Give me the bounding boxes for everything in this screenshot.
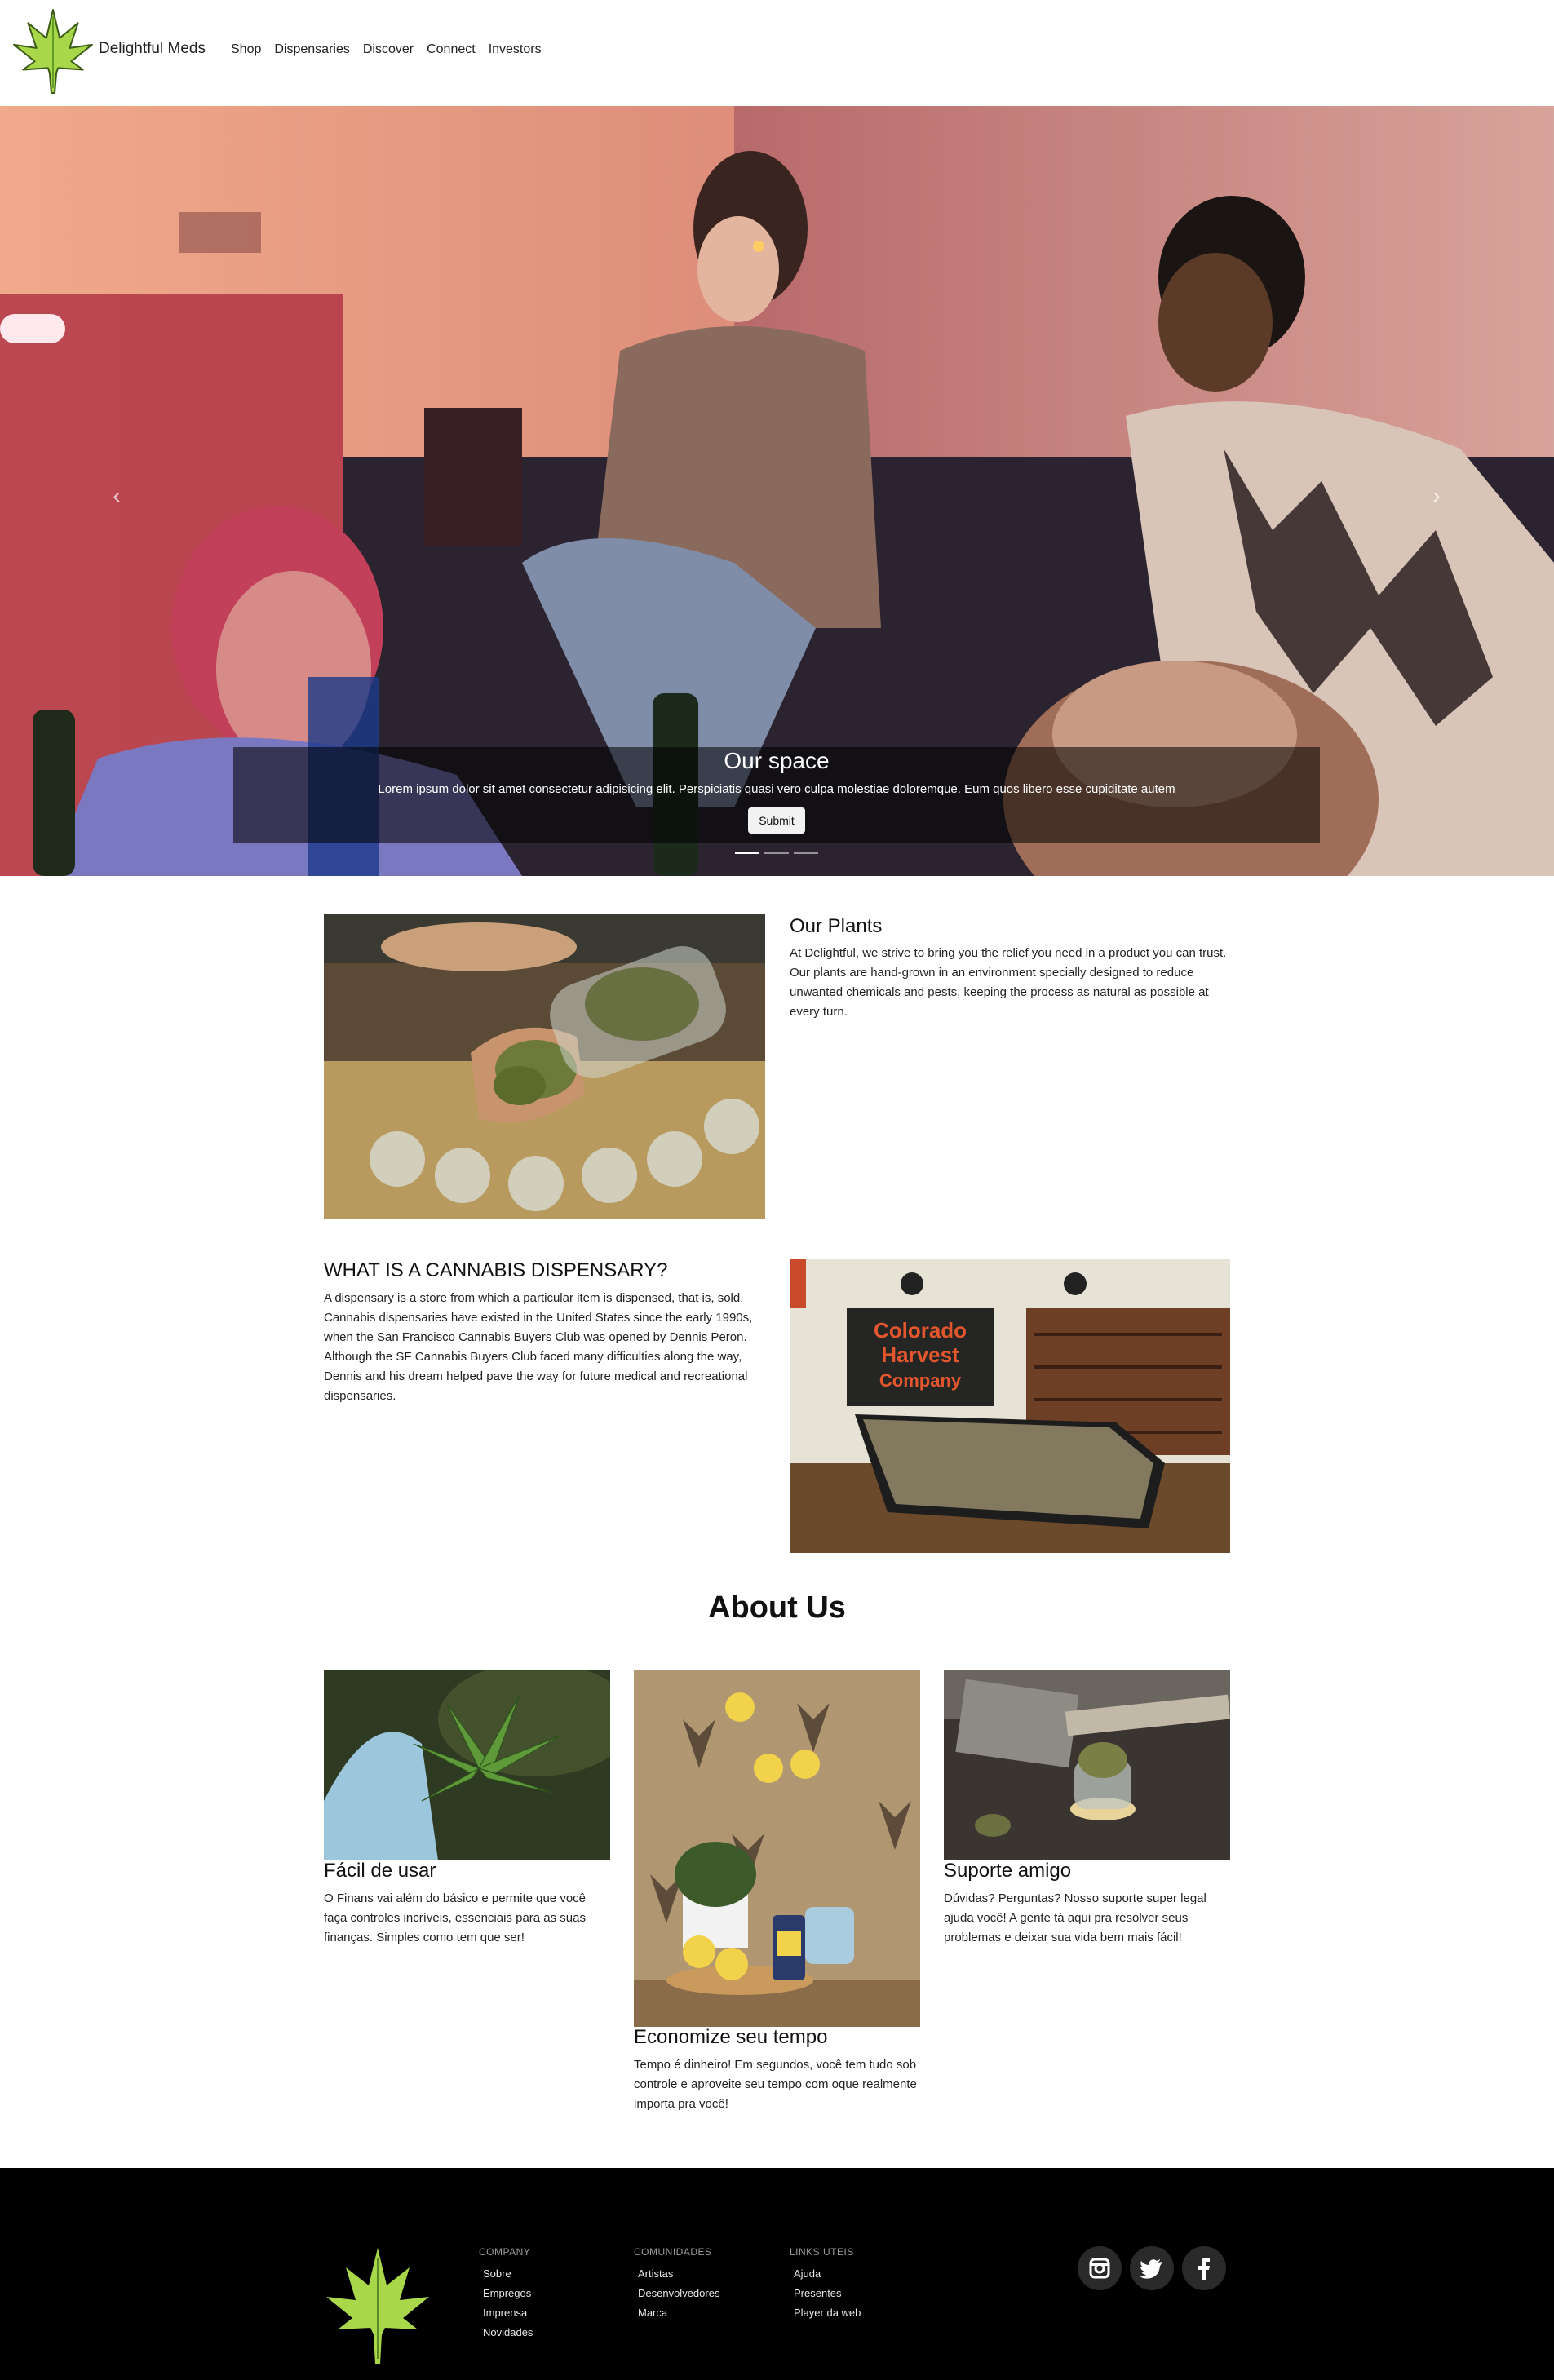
carousel-indicator-2[interactable] xyxy=(764,852,789,854)
cannabis-leaf-logo[interactable] xyxy=(11,8,95,95)
feature-text-dispensary: A dispensary is a store from which a par… xyxy=(324,1291,753,1403)
navbar: Delightful Meds Shop Dispensaries Discov… xyxy=(0,0,1554,106)
svg-text:Colorado: Colorado xyxy=(874,1318,967,1343)
feature-image-jar-buds xyxy=(324,914,765,1219)
footer-column-links-uteis: LINKS UTEIS Ajuda Presentes Player da we… xyxy=(790,2246,861,2326)
footer-column-title: COMUNIDADES xyxy=(634,2246,712,2258)
instagram-icon[interactable] xyxy=(1078,2246,1122,2290)
nav-link-shop[interactable]: Shop xyxy=(231,42,261,57)
nav-link-dispensaries[interactable]: Dispensaries xyxy=(274,42,349,57)
feature-text-plants: At Delightful, we strive to bring you th… xyxy=(790,946,1227,1019)
footer-column-title: LINKS UTEIS xyxy=(790,2246,854,2258)
carousel-next-icon[interactable]: › xyxy=(1424,483,1449,515)
feature-title-plants: Our Plants xyxy=(790,915,883,937)
caption-text: Lorem ipsum dolor sit amet consectetur a… xyxy=(378,782,1175,796)
footer-link-ajuda[interactable]: Ajuda xyxy=(794,2267,861,2280)
nav-links: Shop Dispensaries Discover Connect Inves… xyxy=(231,42,555,57)
about-card-title-2: Economize seu tempo xyxy=(634,2026,828,2048)
about-card-text-2: Tempo é dinheiro! Em segundos, você tem … xyxy=(634,2058,917,2111)
brand-name[interactable]: Delightful Meds xyxy=(99,40,206,58)
footer-link-sobre[interactable]: Sobre xyxy=(483,2267,533,2280)
svg-text:Harvest: Harvest xyxy=(881,1343,959,1367)
cannabis-leaf-footer-logo xyxy=(326,2248,429,2364)
footer-column-title: COMPANY xyxy=(479,2246,531,2258)
about-card-text-1: O Finans vai além do básico e permite qu… xyxy=(324,1891,586,1944)
facebook-icon[interactable] xyxy=(1182,2246,1226,2290)
footer-link-artistas[interactable]: Artistas xyxy=(638,2267,719,2280)
about-card-title-3: Suporte amigo xyxy=(944,1860,1072,1882)
footer-link-imprensa[interactable]: Imprensa xyxy=(483,2307,533,2319)
carousel-indicator-1[interactable] xyxy=(735,852,759,854)
carousel-caption: Our space Lorem ipsum dolor sit amet con… xyxy=(233,747,1320,843)
svg-text:Company: Company xyxy=(879,1370,962,1391)
about-card-image-leaf xyxy=(324,1670,610,1860)
twitter-icon[interactable] xyxy=(1130,2246,1174,2290)
footer-link-presentes[interactable]: Presentes xyxy=(794,2287,861,2299)
footer-column-comunidades: COMUNIDADES Artistas Desenvolvedores Mar… xyxy=(634,2246,719,2326)
hero-carousel: ‹ › Our space Lorem ipsum dolor sit amet… xyxy=(0,106,1554,876)
nav-link-investors[interactable]: Investors xyxy=(489,42,542,57)
carousel-indicator-3[interactable] xyxy=(794,852,818,854)
feature-title-dispensary: WHAT IS A CANNABIS DISPENSARY? xyxy=(324,1259,668,1281)
footer-link-novidades[interactable]: Novidades xyxy=(483,2326,533,2338)
footer-column-company: COMPANY Sobre Empregos Imprensa Novidade… xyxy=(479,2246,533,2346)
submit-button[interactable]: Submit xyxy=(748,807,805,834)
about-card-text-3: Dúvidas? Perguntas? Nosso suporte super … xyxy=(944,1891,1206,1944)
footer: COMPANY Sobre Empregos Imprensa Novidade… xyxy=(0,2168,1554,2380)
footer-link-player[interactable]: Player da web xyxy=(794,2307,861,2319)
footer-link-empregos[interactable]: Empregos xyxy=(483,2287,533,2299)
footer-link-desenvolvedores[interactable]: Desenvolvedores xyxy=(638,2287,719,2299)
about-heading: About Us xyxy=(708,1590,846,1625)
nav-link-discover[interactable]: Discover xyxy=(363,42,414,57)
about-card-title-1: Fácil de usar xyxy=(324,1860,436,1882)
feature-image-store-interior: Colorado Harvest Company xyxy=(790,1259,1230,1553)
about-card-image-lemons xyxy=(634,1670,920,2027)
nav-link-connect[interactable]: Connect xyxy=(427,42,476,57)
caption-title: Our space xyxy=(724,748,830,773)
carousel-indicators xyxy=(735,852,818,854)
carousel-prev-icon[interactable]: ‹ xyxy=(104,483,129,515)
footer-link-marca[interactable]: Marca xyxy=(638,2307,719,2319)
about-card-image-jar xyxy=(944,1670,1230,1860)
